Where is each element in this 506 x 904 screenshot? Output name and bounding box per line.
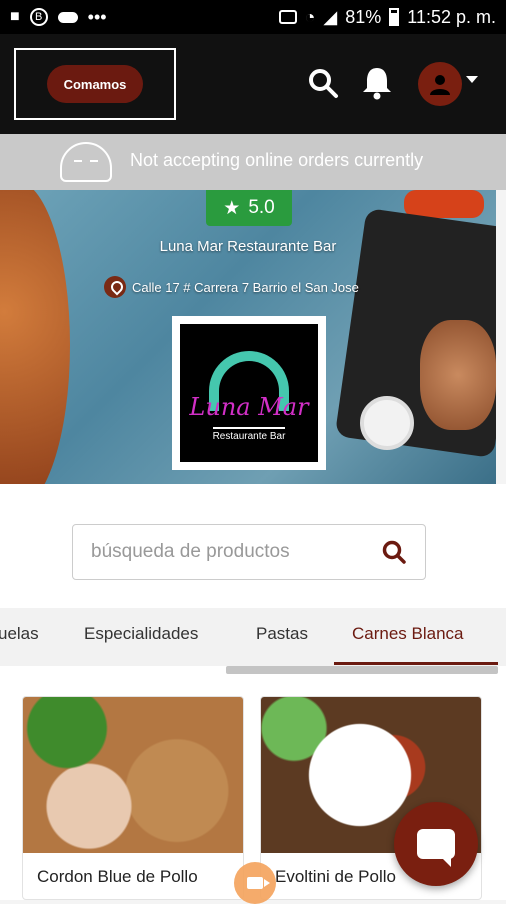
rating-badge: ★ 5.0 <box>206 190 292 226</box>
restaurant-logo: Luna Mar Restaurante Bar <box>172 316 326 470</box>
status-bar: ■ B ••• ◔ ◢ 81% 11:52 p. m. <box>0 0 506 34</box>
user-avatar[interactable] <box>418 62 462 106</box>
video-icon: ■ <box>10 8 20 25</box>
logo-badge: Comamos <box>47 65 143 103</box>
search-icon[interactable] <box>306 66 340 100</box>
wifi-icon: ◔ <box>304 6 316 27</box>
tab-pastas[interactable]: Pastas <box>256 624 308 644</box>
video-call-button[interactable] <box>234 862 276 904</box>
tab-carnes-blanca[interactable]: Carnes Blanca <box>352 624 464 644</box>
clock: 11:52 p. m. <box>407 6 496 27</box>
logo-name: Luna Mar <box>189 392 309 421</box>
product-card[interactable]: Cordon Blue de Pollo <box>22 696 244 900</box>
cloud-icon <box>57 11 78 23</box>
video-camera-icon <box>247 877 270 889</box>
signal-icon: ◢ <box>323 6 338 27</box>
orders-notice: Not accepting online orders currently <box>0 134 506 190</box>
product-title: Cordon Blue de Pollo <box>37 867 198 886</box>
app-logo[interactable]: Comamos <box>14 48 176 120</box>
battery-percent: 81% <box>345 6 382 27</box>
more-icon: ••• <box>87 6 107 27</box>
tabs-scrollbar[interactable] <box>226 666 498 674</box>
logo-text: Comamos <box>63 76 127 92</box>
cast-icon <box>278 10 297 24</box>
chat-button[interactable] <box>394 802 478 886</box>
food-plate-image <box>0 190 70 484</box>
tab-especialidades[interactable]: Especialidades <box>84 624 198 644</box>
restaurant-name: Luna Mar Restaurante Bar <box>159 238 337 255</box>
bowl-image <box>360 396 414 450</box>
location-pin-icon <box>104 276 126 298</box>
b-icon: B <box>29 8 48 26</box>
user-icon <box>430 75 450 95</box>
active-tab-indicator <box>334 662 498 665</box>
chat-bubble-icon <box>417 829 455 867</box>
caret-down-icon[interactable] <box>466 76 478 83</box>
star-icon: ★ <box>223 197 241 219</box>
rating-value: 5.0 <box>248 197 275 218</box>
product-search-input[interactable] <box>91 541 381 563</box>
product-image <box>23 697 243 853</box>
logo-subtitle: Restaurante Bar <box>212 426 286 442</box>
tab-uelas[interactable]: uelas <box>0 624 39 644</box>
app-header: Comamos <box>0 34 506 134</box>
search-icon[interactable] <box>381 539 407 565</box>
product-title: Evoltini de Pollo <box>275 867 396 886</box>
bell-icon[interactable] <box>360 64 394 100</box>
battery-icon <box>389 8 400 26</box>
meat-image <box>420 320 496 430</box>
product-search <box>72 524 426 580</box>
restaurant-address: Calle 17 # Carrera 7 Barrio el San Jose <box>104 276 359 298</box>
tomato-image <box>404 190 484 218</box>
address-text: Calle 17 # Carrera 7 Barrio el San Jose <box>132 279 359 295</box>
notice-text: Not accepting online orders currently <box>130 150 424 170</box>
category-tabs: uelas Especialidades Pastas Carnes Blanc… <box>0 608 506 666</box>
sleeping-face-icon <box>60 142 112 182</box>
